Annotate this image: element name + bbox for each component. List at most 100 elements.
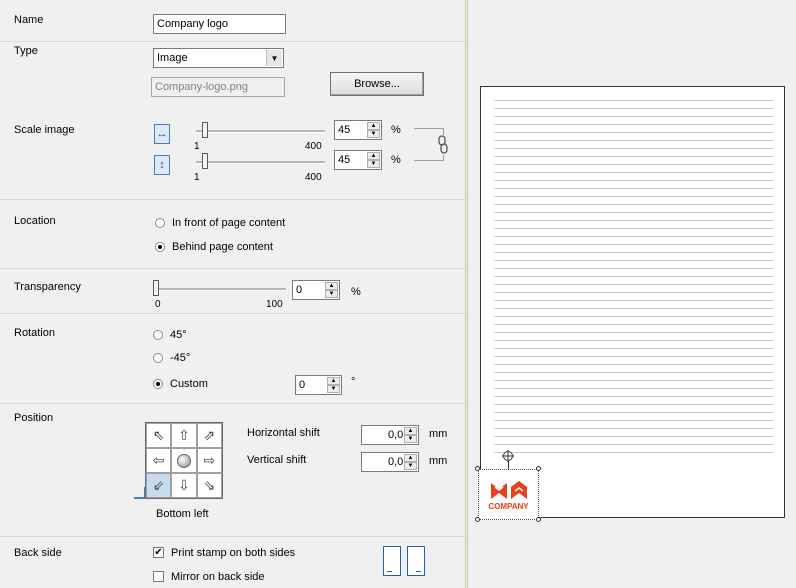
vertical-shift-label: Vertical shift [247, 454, 307, 466]
chevron-down-icon[interactable]: ▼ [266, 50, 282, 66]
vertical-scale-spinner[interactable]: 45 ▲ ▼ [334, 150, 382, 170]
transparency-slider[interactable] [155, 288, 286, 291]
name-label: Name [14, 14, 44, 26]
page-rule-line [494, 140, 773, 141]
browse-button[interactable]: Browse... [330, 72, 424, 96]
page-rule-line [494, 172, 773, 173]
resize-handle[interactable] [475, 517, 480, 522]
spin-up-icon[interactable]: ▲ [327, 377, 340, 385]
type-select-value: Image [157, 52, 188, 64]
scale-image-label: Scale image [14, 124, 75, 136]
rotation-minus45-radio[interactable] [153, 353, 163, 363]
divider [0, 41, 465, 42]
resize-handle[interactable] [536, 466, 541, 471]
page-rule-line [494, 268, 773, 269]
divider [0, 313, 465, 314]
spin-down-icon[interactable]: ▼ [327, 385, 340, 393]
vertical-scale-slider[interactable] [196, 161, 325, 164]
transparency-min: 0 [155, 299, 161, 310]
spin-down-icon[interactable]: ▼ [404, 462, 417, 470]
rotation-45-radio[interactable] [153, 330, 163, 340]
page-rule-line [494, 260, 773, 261]
page-rule-line [494, 244, 773, 245]
vertical-scale-slider-thumb[interactable] [202, 153, 208, 169]
mirror-back-side-label[interactable]: Mirror on back side [171, 571, 265, 583]
page-rule-line [494, 100, 773, 101]
transparency-slider-thumb[interactable] [153, 280, 159, 296]
arrow-down-left-icon[interactable]: ⇙ [146, 473, 172, 498]
arrow-left-icon[interactable]: ⇦ [146, 448, 172, 473]
position-anchor-grid[interactable]: ⇖ ⇧ ⇗ ⇦ ⇨ ⇙ ⇩ ⇘ [145, 422, 223, 499]
rotation-minus45-label[interactable]: -45° [170, 352, 190, 364]
arrow-up-icon[interactable]: ⇧ [171, 423, 197, 448]
location-behind-label[interactable]: Behind page content [172, 241, 273, 253]
vertical-scale-icon[interactable]: ↕ [154, 155, 170, 175]
spin-up-icon[interactable]: ▲ [404, 427, 417, 435]
rotation-custom-radio[interactable] [153, 379, 163, 389]
horizontal-scale-icon[interactable]: ↔ [154, 124, 170, 144]
arrow-up-right-icon[interactable]: ⇗ [196, 423, 222, 448]
rotation-custom-spinner[interactable]: 0 ▲ ▼ [295, 375, 342, 395]
transparency-max: 100 [266, 299, 283, 310]
resize-handle[interactable] [536, 517, 541, 522]
page-rule-line [494, 340, 773, 341]
rotation-handle-icon[interactable] [502, 450, 514, 462]
name-input[interactable] [153, 14, 286, 34]
page-rule-line [494, 124, 773, 125]
spin-down-icon[interactable]: ▼ [367, 130, 380, 138]
panel-divider [467, 0, 468, 588]
spin-down-icon[interactable]: ▼ [367, 160, 380, 168]
page-rule-line [494, 156, 773, 157]
location-behind-radio[interactable] [155, 242, 165, 252]
spin-up-icon[interactable]: ▲ [367, 152, 380, 160]
location-label: Location [14, 215, 56, 227]
page-rule-line [494, 356, 773, 357]
vertical-shift-spinner[interactable]: 0,0 ▲ ▼ [361, 452, 419, 472]
page-rule-line [494, 252, 773, 253]
horizontal-scale-slider-thumb[interactable] [202, 122, 208, 138]
page-rule-line [494, 148, 773, 149]
vertical-shift-unit: mm [429, 455, 448, 467]
page-rule-line [494, 324, 773, 325]
page-rule-line [494, 444, 773, 445]
mirror-back-side-checkbox[interactable] [153, 571, 164, 582]
vertical-scale-max: 400 [305, 172, 322, 183]
arrow-right-icon[interactable]: ⇨ [196, 448, 222, 473]
horizontal-scale-spinner[interactable]: 45 ▲ ▼ [334, 120, 382, 140]
rotation-45-label[interactable]: 45° [170, 329, 187, 341]
horizontal-shift-label: Horizontal shift [247, 427, 320, 439]
spin-up-icon[interactable]: ▲ [404, 454, 417, 462]
spin-up-icon[interactable]: ▲ [325, 282, 338, 290]
print-both-sides-label[interactable]: Print stamp on both sides [171, 547, 295, 559]
arrow-up-left-icon[interactable]: ⇖ [146, 423, 172, 448]
type-select[interactable]: Image ▼ [153, 48, 284, 68]
position-caption: Bottom left [156, 508, 209, 520]
horizontal-scale-slider[interactable] [196, 130, 325, 133]
rotation-custom-label[interactable]: Custom [170, 378, 208, 390]
chain-link-icon[interactable] [436, 135, 450, 155]
spin-down-icon[interactable]: ▼ [325, 290, 338, 298]
transparency-spinner[interactable]: 0 ▲ ▼ [292, 280, 340, 300]
location-front-label[interactable]: In front of page content [172, 217, 285, 229]
type-label: Type [14, 45, 38, 57]
back-side-label: Back side [14, 547, 62, 559]
divider [0, 199, 465, 200]
stamp-preview[interactable]: COMPANY [478, 469, 539, 520]
location-front-radio[interactable] [155, 218, 165, 228]
arrow-down-right-icon[interactable]: ⇘ [196, 473, 222, 498]
horizontal-shift-spinner[interactable]: 0,0 ▲ ▼ [361, 425, 419, 445]
center-dot-icon[interactable] [171, 448, 197, 473]
page-rule-line [494, 452, 773, 453]
resize-handle[interactable] [475, 466, 480, 471]
page-rule-line [494, 332, 773, 333]
spin-down-icon[interactable]: ▼ [404, 435, 417, 443]
print-both-sides-checkbox[interactable]: ✔ [153, 547, 164, 558]
page-preview [480, 86, 785, 518]
arrow-down-icon[interactable]: ⇩ [171, 473, 197, 498]
vertical-scale-value: 45 [338, 154, 351, 166]
divider [0, 536, 465, 537]
spin-up-icon[interactable]: ▲ [367, 122, 380, 130]
page-rule-line [494, 196, 773, 197]
vertical-shift-value: 0,0 [388, 456, 404, 468]
divider [0, 403, 465, 404]
